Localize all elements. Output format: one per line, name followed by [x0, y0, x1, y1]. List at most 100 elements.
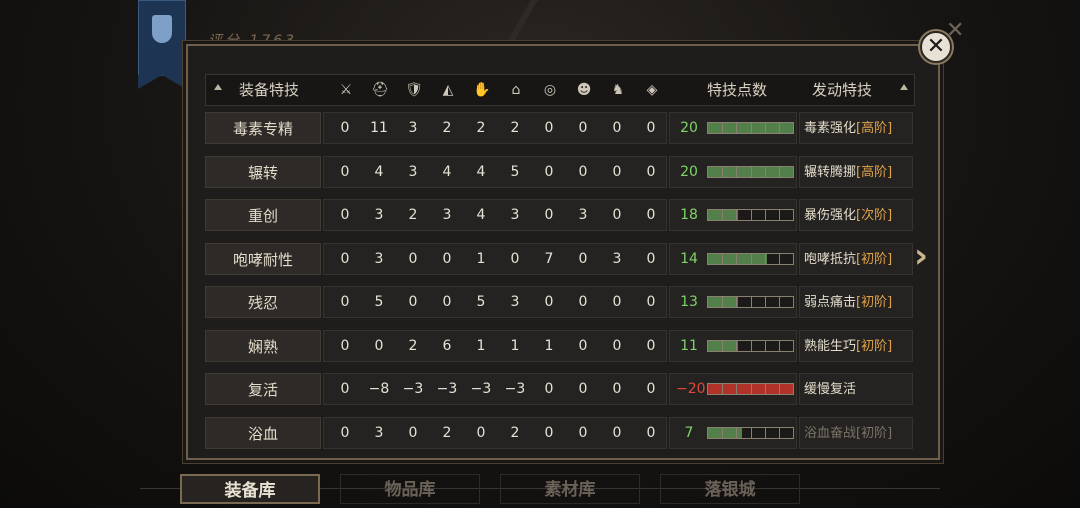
tab-1[interactable]: 物品库: [340, 474, 480, 504]
bar-segment: [765, 166, 766, 177]
equip-value: 3: [374, 207, 384, 223]
skill-name: 重创: [205, 199, 321, 231]
bar-segment: [736, 427, 737, 438]
active-skill[interactable]: 弱点痛击[初阶]: [799, 286, 913, 318]
equip-value: 0: [408, 250, 418, 267]
bar-segment: [722, 166, 723, 177]
bar-segment: [779, 210, 780, 220]
bar-segment: [751, 340, 752, 351]
equip-value: 0: [612, 207, 622, 223]
active-skill[interactable]: 缓慢复活: [799, 373, 913, 405]
equip-value: 0: [544, 294, 554, 310]
bar-segment: [736, 340, 737, 351]
points-bar-fill: [708, 340, 738, 351]
bar-segment: [722, 253, 723, 264]
equip-value: 0: [544, 120, 554, 136]
bar-segment: [765, 427, 766, 438]
points-cell: 14: [669, 242, 797, 275]
bar-segment: [736, 210, 737, 220]
sort-up-icon[interactable]: [214, 84, 222, 90]
table-row[interactable]: 毒素专精 0 11 3 2 2 2 0 0 0 0 20 毒素强化[高阶]: [205, 112, 913, 144]
skill-tier: [次阶]: [856, 208, 893, 223]
table-row[interactable]: 残忍 0 5 0 0 5 3 0 0 0 0 13 弱点痛击[初阶]: [205, 286, 913, 318]
equip-value: 4: [442, 163, 452, 180]
bar-segment: [722, 210, 723, 220]
equip-value: 0: [408, 294, 418, 310]
bar-segment: [765, 210, 766, 220]
tab-3[interactable]: 落银城: [660, 474, 800, 504]
equip-value: 4: [476, 163, 486, 180]
bar-segment: [736, 384, 737, 394]
active-skill[interactable]: 浴血奋战[初阶]: [799, 416, 913, 449]
table-row[interactable]: 娴熟 0 0 2 6 1 1 1 0 0 0 11 熟能生巧[初阶]: [205, 329, 913, 362]
equip-value: 3: [374, 424, 384, 441]
equipment-values: 0 3 0 2 0 2 0 0 0 0: [323, 416, 667, 449]
points-cell: 11: [669, 329, 797, 362]
table-row[interactable]: 咆哮耐性 0 3 0 0 1 0 7 0 3 0 14 咆哮抵抗[初阶]: [205, 242, 913, 275]
equip-value: 2: [510, 424, 520, 441]
equip-value: 0: [578, 120, 588, 136]
table-row[interactable]: 辗转 0 4 3 4 4 5 0 0 0 0 20 辗转腾挪[高阶]: [205, 155, 913, 188]
next-page-arrow-icon[interactable]: ›: [914, 236, 928, 276]
sort-up-icon-right[interactable]: [900, 84, 908, 90]
active-skill-name: 缓慢复活: [804, 382, 857, 397]
equip-value: 1: [510, 337, 520, 354]
points-value: 18: [680, 207, 698, 223]
guild-banner[interactable]: [138, 0, 186, 89]
active-skill[interactable]: 咆哮抵抗[初阶]: [799, 242, 913, 275]
bar-segment: [722, 384, 723, 394]
bar-segment: [779, 253, 780, 264]
bar-segment: [751, 427, 752, 438]
skill-name: 浴血: [205, 416, 321, 449]
active-skill-name: 咆哮抵抗: [804, 251, 857, 267]
sword-icon: ⚔: [339, 82, 353, 98]
equip-value: 0: [646, 207, 656, 223]
equip-value: 0: [578, 337, 588, 354]
ring-icon: ◎: [543, 82, 557, 98]
equip-value: 3: [510, 294, 520, 310]
equip-value: 2: [408, 337, 418, 354]
equip-value: 0: [544, 207, 554, 223]
bar-segment: [779, 427, 780, 438]
active-skill[interactable]: 毒素强化[高阶]: [799, 112, 913, 144]
equip-value: 0: [340, 250, 350, 267]
equip-value: 5: [374, 294, 384, 310]
tab-2[interactable]: 素材库: [500, 474, 640, 504]
bar-segment: [751, 297, 752, 307]
equip-value: 0: [646, 337, 656, 354]
table-row[interactable]: 重创 0 3 2 3 4 3 0 3 0 0 18 暴伤强化[次阶]: [205, 199, 913, 231]
table-row[interactable]: 浴血 0 3 0 2 0 2 0 0 0 0 7 浴血奋战[初阶]: [205, 416, 913, 449]
points-value: −20: [676, 381, 706, 397]
equip-value: 0: [646, 424, 656, 441]
points-bar: [707, 339, 794, 352]
active-skill[interactable]: 暴伤强化[次阶]: [799, 199, 913, 231]
close-button[interactable]: ✕: [920, 31, 952, 63]
points-bar: [707, 426, 794, 439]
equip-value: 0: [442, 250, 452, 267]
equip-value: −8: [368, 381, 390, 397]
equip-value: 3: [442, 207, 452, 223]
table-row[interactable]: 复活 0 −8 −3 −3 −3 −3 0 0 0 0 −20 缓慢复活: [205, 373, 913, 405]
bar-segment: [765, 123, 766, 133]
points-bar: [707, 165, 794, 178]
bar-segment: [722, 297, 723, 307]
equip-value: 0: [646, 163, 656, 180]
points-value: 14: [680, 250, 698, 267]
skill-tier: [初阶]: [856, 425, 893, 441]
equip-value: 3: [510, 207, 520, 223]
bar-segment: [765, 297, 766, 307]
bar-segment: [751, 210, 752, 220]
bar-segment: [765, 253, 766, 264]
equip-value: 6: [442, 337, 452, 354]
points-cell: 13: [669, 286, 797, 318]
bar-segment: [722, 123, 723, 133]
bar-segment: [722, 340, 723, 351]
equipment-values: 0 11 3 2 2 2 0 0 0 0: [323, 112, 667, 144]
equip-value: 0: [340, 294, 350, 310]
active-skill[interactable]: 熟能生巧[初阶]: [799, 329, 913, 362]
equip-value: 2: [442, 120, 452, 136]
active-skill[interactable]: 辗转腾挪[高阶]: [799, 155, 913, 188]
equip-value: 0: [578, 163, 588, 180]
equip-value: 0: [374, 337, 384, 354]
tab-0[interactable]: 装备库: [180, 474, 320, 504]
